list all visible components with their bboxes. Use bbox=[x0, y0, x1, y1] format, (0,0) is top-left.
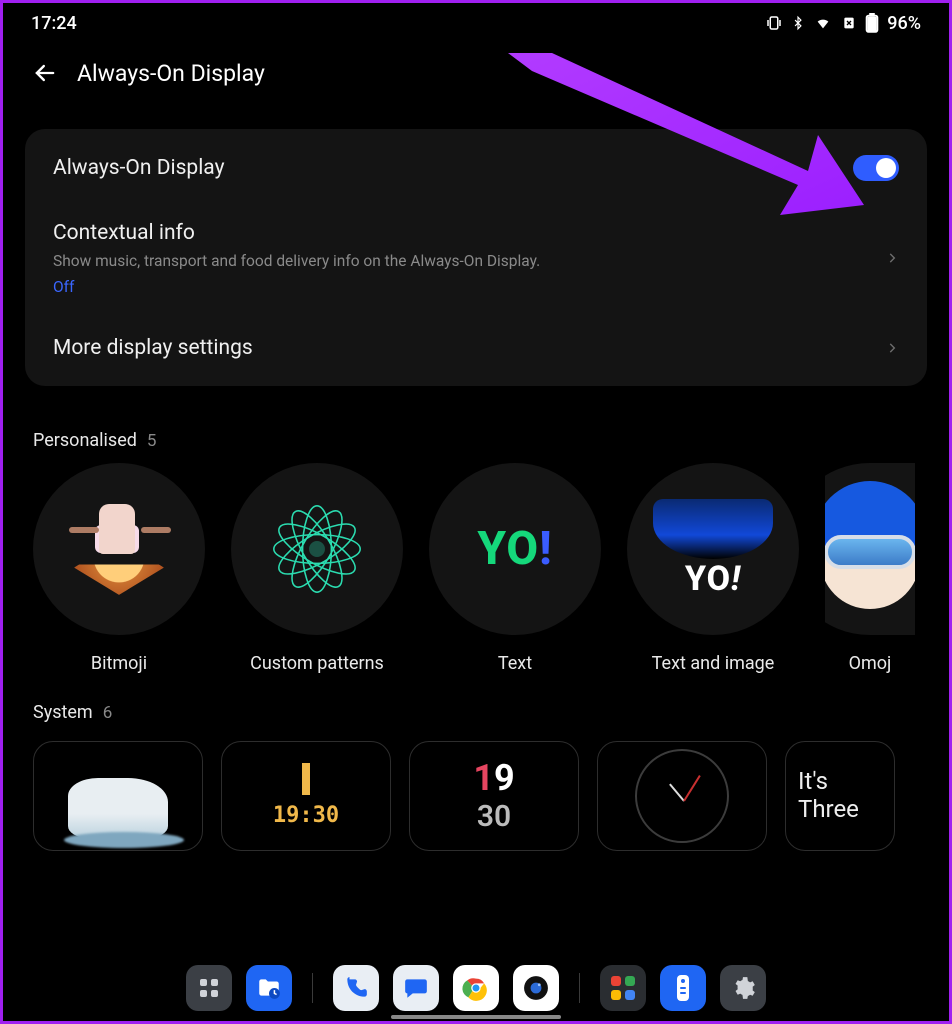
files-icon bbox=[256, 975, 282, 1001]
tile-text-and-image[interactable]: YO! Text and image bbox=[627, 463, 799, 674]
aod-toggle-label: Always-On Display bbox=[53, 156, 853, 180]
dock-separator bbox=[579, 973, 580, 1003]
dock-chrome[interactable] bbox=[453, 965, 499, 1011]
tile-label: Bitmoji bbox=[91, 653, 147, 674]
system-tile-number-clock[interactable]: 19 30 bbox=[409, 741, 579, 851]
battery-percent: 96% bbox=[887, 13, 921, 34]
app-drawer-icon bbox=[197, 976, 221, 1000]
polar-bear-icon bbox=[68, 778, 168, 838]
tile-omoji[interactable]: Omoj bbox=[825, 463, 915, 674]
bitmoji-avatar-icon bbox=[69, 499, 169, 599]
section-system-title: System bbox=[33, 702, 93, 723]
dock-remote[interactable] bbox=[660, 965, 706, 1011]
section-personalised-header: Personalised 5 bbox=[3, 386, 949, 463]
more-display-label: More display settings bbox=[53, 336, 873, 360]
system-tile-text-clock[interactable]: It's Three bbox=[785, 741, 895, 851]
status-time: 17:24 bbox=[31, 13, 77, 34]
tile-custom-patterns-preview bbox=[231, 463, 403, 635]
contextual-subtitle: Show music, transport and food delivery … bbox=[53, 251, 873, 272]
back-arrow-icon[interactable] bbox=[31, 59, 59, 87]
chevron-right-icon bbox=[885, 247, 899, 269]
text-clock-preview: It's Three bbox=[786, 768, 871, 823]
chevron-right-icon bbox=[885, 337, 899, 359]
contextual-status: Off bbox=[53, 278, 873, 296]
settings-card: Always-On Display Contextual info Show m… bbox=[25, 129, 927, 386]
dock-app-drawer[interactable] bbox=[186, 965, 232, 1011]
chrome-icon bbox=[462, 974, 490, 1002]
dock-separator bbox=[312, 973, 313, 1003]
tile-label: Text bbox=[498, 653, 532, 674]
system-tile-analog-clock[interactable] bbox=[597, 741, 767, 851]
tile-text[interactable]: YO! Text bbox=[429, 463, 601, 674]
cell-no-sim-icon bbox=[841, 15, 857, 31]
contextual-title: Contextual info bbox=[53, 221, 873, 245]
yo-text-icon: YO! bbox=[477, 522, 552, 576]
tile-text-image-preview: YO! bbox=[627, 463, 799, 635]
system-strip[interactable]: 19:30 19 30 It's Three bbox=[3, 735, 949, 851]
section-personalised-title: Personalised bbox=[33, 430, 137, 451]
more-display-settings-row[interactable]: More display settings bbox=[25, 316, 927, 380]
analog-clock-icon bbox=[635, 749, 729, 843]
gear-icon bbox=[730, 975, 756, 1001]
bluetooth-icon bbox=[791, 14, 805, 32]
tile-label: Text and image bbox=[652, 653, 775, 674]
tile-bitmoji[interactable]: Bitmoji bbox=[33, 463, 205, 674]
tile-text-preview: YO! bbox=[429, 463, 601, 635]
messages-icon bbox=[403, 975, 429, 1001]
dock-app-folder[interactable] bbox=[600, 965, 646, 1011]
vibrate-icon bbox=[765, 14, 783, 32]
personalised-strip[interactable]: Bitmoji Custom patterns YO! Text YO! Tex… bbox=[3, 463, 949, 674]
section-system-header: System 6 bbox=[3, 674, 949, 735]
section-personalised-count: 5 bbox=[147, 431, 157, 451]
wifi-icon bbox=[813, 15, 833, 31]
page-header: Always-On Display bbox=[3, 43, 949, 99]
status-bar: 17:24 96% bbox=[3, 3, 949, 43]
remote-icon bbox=[674, 974, 692, 1002]
contextual-info-row[interactable]: Contextual info Show music, transport an… bbox=[25, 201, 927, 316]
home-gesture-handle[interactable] bbox=[391, 1015, 561, 1019]
status-right-cluster: 96% bbox=[765, 13, 921, 34]
camera-icon bbox=[523, 975, 549, 1001]
dock-phone[interactable] bbox=[333, 965, 379, 1011]
page-title: Always-On Display bbox=[77, 60, 265, 87]
mandala-pattern-icon bbox=[257, 489, 377, 609]
text-image-preview-icon: YO! bbox=[653, 499, 773, 599]
tile-custom-patterns[interactable]: Custom patterns bbox=[231, 463, 403, 674]
number-clock-icon: 19 30 bbox=[473, 757, 514, 834]
system-tile-polar-bear[interactable] bbox=[33, 741, 203, 851]
tile-label: Omoj bbox=[849, 653, 892, 674]
tile-omoji-preview bbox=[825, 463, 915, 635]
dock-settings[interactable] bbox=[720, 965, 766, 1011]
clock-marker-icon bbox=[302, 763, 310, 795]
section-system-count: 6 bbox=[103, 703, 113, 723]
app-folder-icon bbox=[608, 973, 638, 1003]
dock-files[interactable] bbox=[246, 965, 292, 1011]
system-tile-digital-clock[interactable]: 19:30 bbox=[221, 741, 391, 851]
dock bbox=[3, 959, 949, 1015]
digital-clock-time: 19:30 bbox=[273, 803, 339, 828]
aod-toggle-row[interactable]: Always-On Display bbox=[25, 135, 927, 201]
dock-camera[interactable] bbox=[513, 965, 559, 1011]
phone-icon bbox=[343, 975, 369, 1001]
dock-messages[interactable] bbox=[393, 965, 439, 1011]
omoji-avatar-icon bbox=[825, 489, 915, 609]
battery-icon bbox=[865, 13, 879, 33]
tile-label: Custom patterns bbox=[250, 653, 384, 674]
tile-bitmoji-preview bbox=[33, 463, 205, 635]
aod-toggle-switch[interactable] bbox=[853, 155, 899, 181]
